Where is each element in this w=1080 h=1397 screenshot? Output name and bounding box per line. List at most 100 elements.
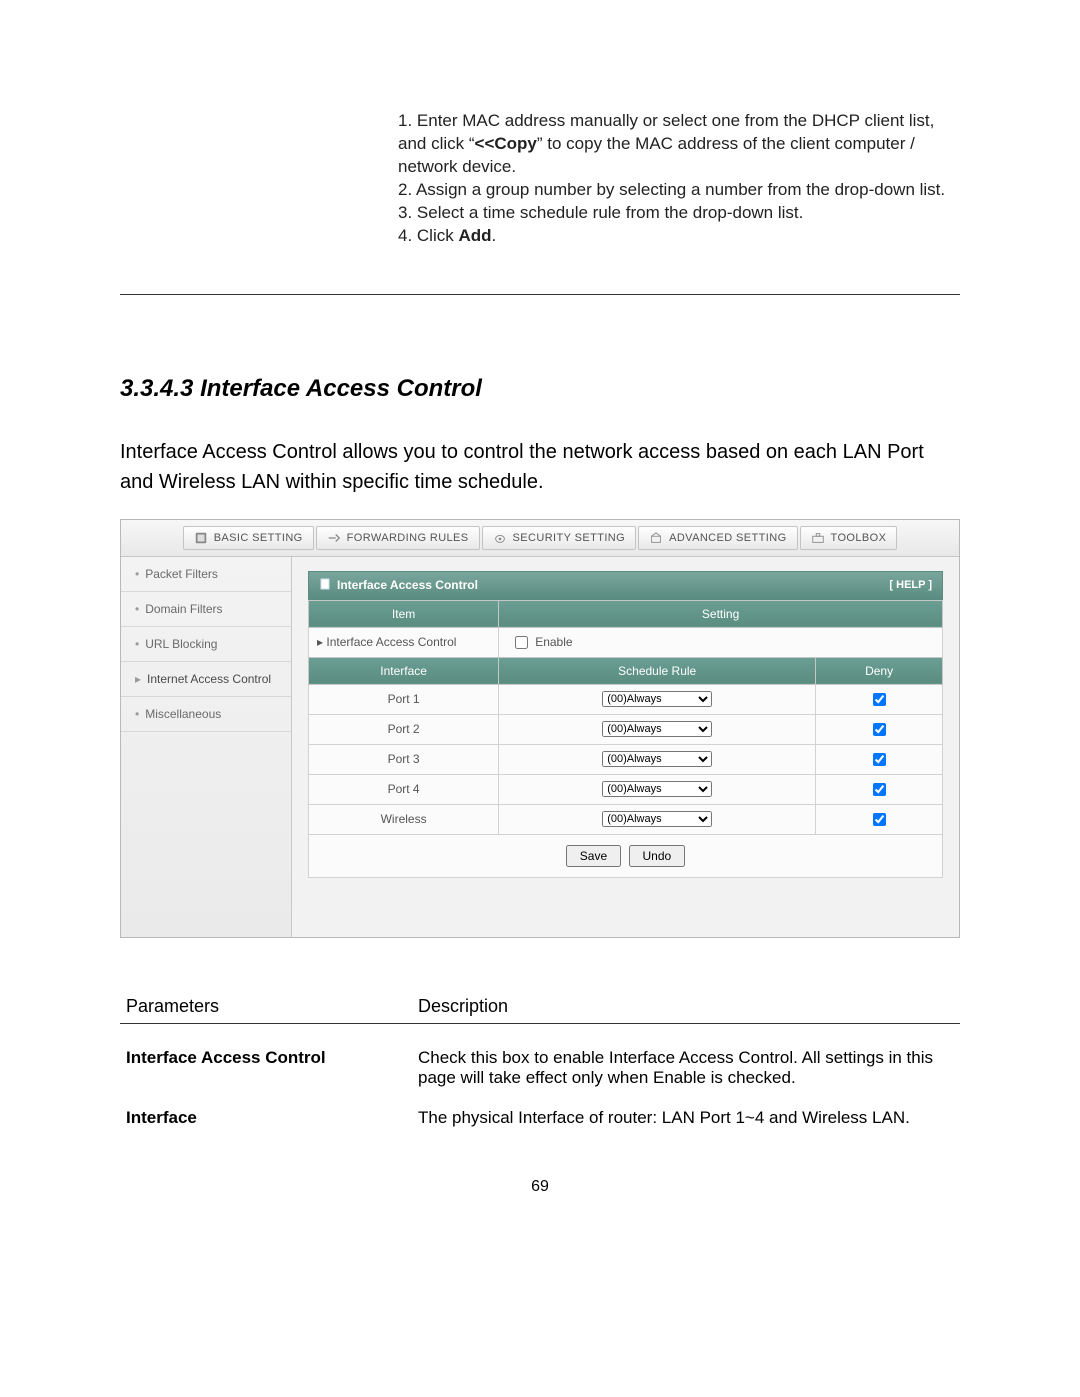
param-label: Interface xyxy=(120,1098,412,1138)
tab-label: FORWARDING RULES xyxy=(347,532,469,544)
deny-cell xyxy=(816,684,943,714)
interface-name: Port 2 xyxy=(309,714,499,744)
sidebar-item-label: Domain Filters xyxy=(145,602,222,616)
schedule-rule-select[interactable]: (00)Always xyxy=(602,781,712,797)
deny-checkbox[interactable] xyxy=(873,783,886,796)
enable-checkbox-label[interactable]: Enable xyxy=(511,633,572,652)
schedule-rule-select[interactable]: (00)Always xyxy=(602,721,712,737)
security-setting-icon xyxy=(493,531,507,545)
header-schedule: Schedule Rule xyxy=(499,657,816,684)
header-item: Item xyxy=(309,600,499,627)
tab-security-setting[interactable]: SECURITY SETTING xyxy=(482,526,637,550)
arrow-icon: ▸ xyxy=(135,672,141,686)
bullet-icon: • xyxy=(135,567,139,581)
interface-row: Wireless (00)Always xyxy=(309,804,943,834)
tab-label: ADVANCED SETTING xyxy=(669,532,786,544)
tab-basic-setting[interactable]: BASIC SETTING xyxy=(183,526,314,550)
bullet-icon: • xyxy=(135,637,139,651)
header-interface: Interface xyxy=(309,657,499,684)
interface-table: Interface Schedule Rule Deny Port 1 (00)A… xyxy=(308,657,943,835)
deny-checkbox[interactable] xyxy=(873,813,886,826)
sidebar-item-miscellaneous[interactable]: • Miscellaneous xyxy=(121,697,291,732)
enable-checkbox[interactable] xyxy=(515,636,528,649)
tab-toolbox[interactable]: TOOLBOX xyxy=(800,526,898,550)
sidebar-item-domain-filters[interactable]: • Domain Filters xyxy=(121,592,291,627)
interface-name: Port 1 xyxy=(309,684,499,714)
tab-label: SECURITY SETTING xyxy=(513,532,626,544)
deny-cell xyxy=(816,714,943,744)
content-panel: Interface Access Control [ HELP ] Item S… xyxy=(292,557,959,937)
section-divider xyxy=(120,294,960,295)
intro-line3: 3. Select a time schedule rule from the … xyxy=(398,202,960,225)
intro-line2: 2. Assign a group number by selecting a … xyxy=(398,179,960,202)
tab-advanced-setting[interactable]: ADVANCED SETTING xyxy=(638,526,797,550)
tab-label: BASIC SETTING xyxy=(214,532,303,544)
intro-copy-bold: <<Copy xyxy=(475,134,537,153)
header-setting: Setting xyxy=(499,600,943,627)
enable-row-label: ▸ Interface Access Control xyxy=(309,627,499,657)
advanced-setting-icon xyxy=(649,531,663,545)
sidebar-item-url-blocking[interactable]: • URL Blocking xyxy=(121,627,291,662)
schedule-cell: (00)Always xyxy=(499,804,816,834)
schedule-cell: (00)Always xyxy=(499,684,816,714)
top-tab-bar: BASIC SETTING FORWARDING RULES SECURITY … xyxy=(121,520,959,557)
schedule-rule-select[interactable]: (00)Always xyxy=(602,751,712,767)
deny-cell xyxy=(816,804,943,834)
undo-button[interactable]: Undo xyxy=(629,845,686,867)
schedule-rule-select[interactable]: (00)Always xyxy=(602,691,712,707)
interface-row: Port 4 (00)Always xyxy=(309,774,943,804)
params-header-col1: Parameters xyxy=(120,996,412,1024)
sidebar-item-internet-access-control[interactable]: ▸ Internet Access Control xyxy=(121,662,291,697)
header-deny: Deny xyxy=(816,657,943,684)
enable-text: Enable xyxy=(535,635,572,649)
interface-row: Port 1 (00)Always xyxy=(309,684,943,714)
deny-cell xyxy=(816,774,943,804)
sidebar-item-label: Miscellaneous xyxy=(145,707,221,721)
document-icon xyxy=(319,578,331,593)
schedule-cell: (00)Always xyxy=(499,714,816,744)
parameters-table: Parameters Description Interface Access … xyxy=(120,996,960,1138)
help-link[interactable]: [ HELP ] xyxy=(889,579,932,591)
intro-steps: 1. Enter MAC address manually or select … xyxy=(398,110,960,248)
schedule-rule-select[interactable]: (00)Always xyxy=(602,811,712,827)
intro-line4a: 4. Click xyxy=(398,226,458,245)
sidebar-item-label: URL Blocking xyxy=(145,637,217,651)
interface-name: Port 3 xyxy=(309,744,499,774)
deny-cell xyxy=(816,744,943,774)
panel-title: Interface Access Control xyxy=(337,578,478,592)
router-admin-ui: BASIC SETTING FORWARDING RULES SECURITY … xyxy=(120,519,960,938)
deny-checkbox[interactable] xyxy=(873,693,886,706)
bullet-icon: • xyxy=(135,602,139,616)
basic-setting-icon xyxy=(194,531,208,545)
interface-name: Port 4 xyxy=(309,774,499,804)
settings-table-1: Item Setting ▸ Interface Access Control … xyxy=(308,600,943,658)
param-label: Interface Access Control xyxy=(120,1038,412,1098)
bullet-icon: • xyxy=(135,707,139,721)
param-desc: The physical Interface of router: LAN Po… xyxy=(412,1098,960,1138)
toolbox-icon xyxy=(811,531,825,545)
schedule-cell: (00)Always xyxy=(499,744,816,774)
schedule-cell: (00)Always xyxy=(499,774,816,804)
panel-header: Interface Access Control [ HELP ] xyxy=(308,571,943,600)
button-row: Save Undo xyxy=(308,835,943,878)
interface-row: Port 3 (00)Always xyxy=(309,744,943,774)
sidebar-nav: • Packet Filters • Domain Filters • URL Blo… xyxy=(121,557,292,937)
intro-line4b: . xyxy=(492,226,497,245)
section-description: Interface Access Control allows you to c… xyxy=(120,437,960,497)
deny-checkbox[interactable] xyxy=(873,753,886,766)
intro-add-bold: Add xyxy=(458,226,491,245)
interface-row: Port 2 (00)Always xyxy=(309,714,943,744)
section-title: 3.3.4.3 Interface Access Control xyxy=(120,375,960,403)
sidebar-item-label: Internet Access Control xyxy=(147,672,271,686)
sidebar-item-packet-filters[interactable]: • Packet Filters xyxy=(121,557,291,592)
deny-checkbox[interactable] xyxy=(873,723,886,736)
tab-label: TOOLBOX xyxy=(831,532,887,544)
save-button[interactable]: Save xyxy=(566,845,621,867)
forwarding-rules-icon xyxy=(327,531,341,545)
interface-name: Wireless xyxy=(309,804,499,834)
page-number: 69 xyxy=(120,1178,960,1196)
sidebar-item-label: Packet Filters xyxy=(145,567,218,581)
tab-forwarding-rules[interactable]: FORWARDING RULES xyxy=(316,526,480,550)
params-header-col2: Description xyxy=(412,996,960,1024)
param-desc: Check this box to enable Interface Acces… xyxy=(412,1038,960,1098)
